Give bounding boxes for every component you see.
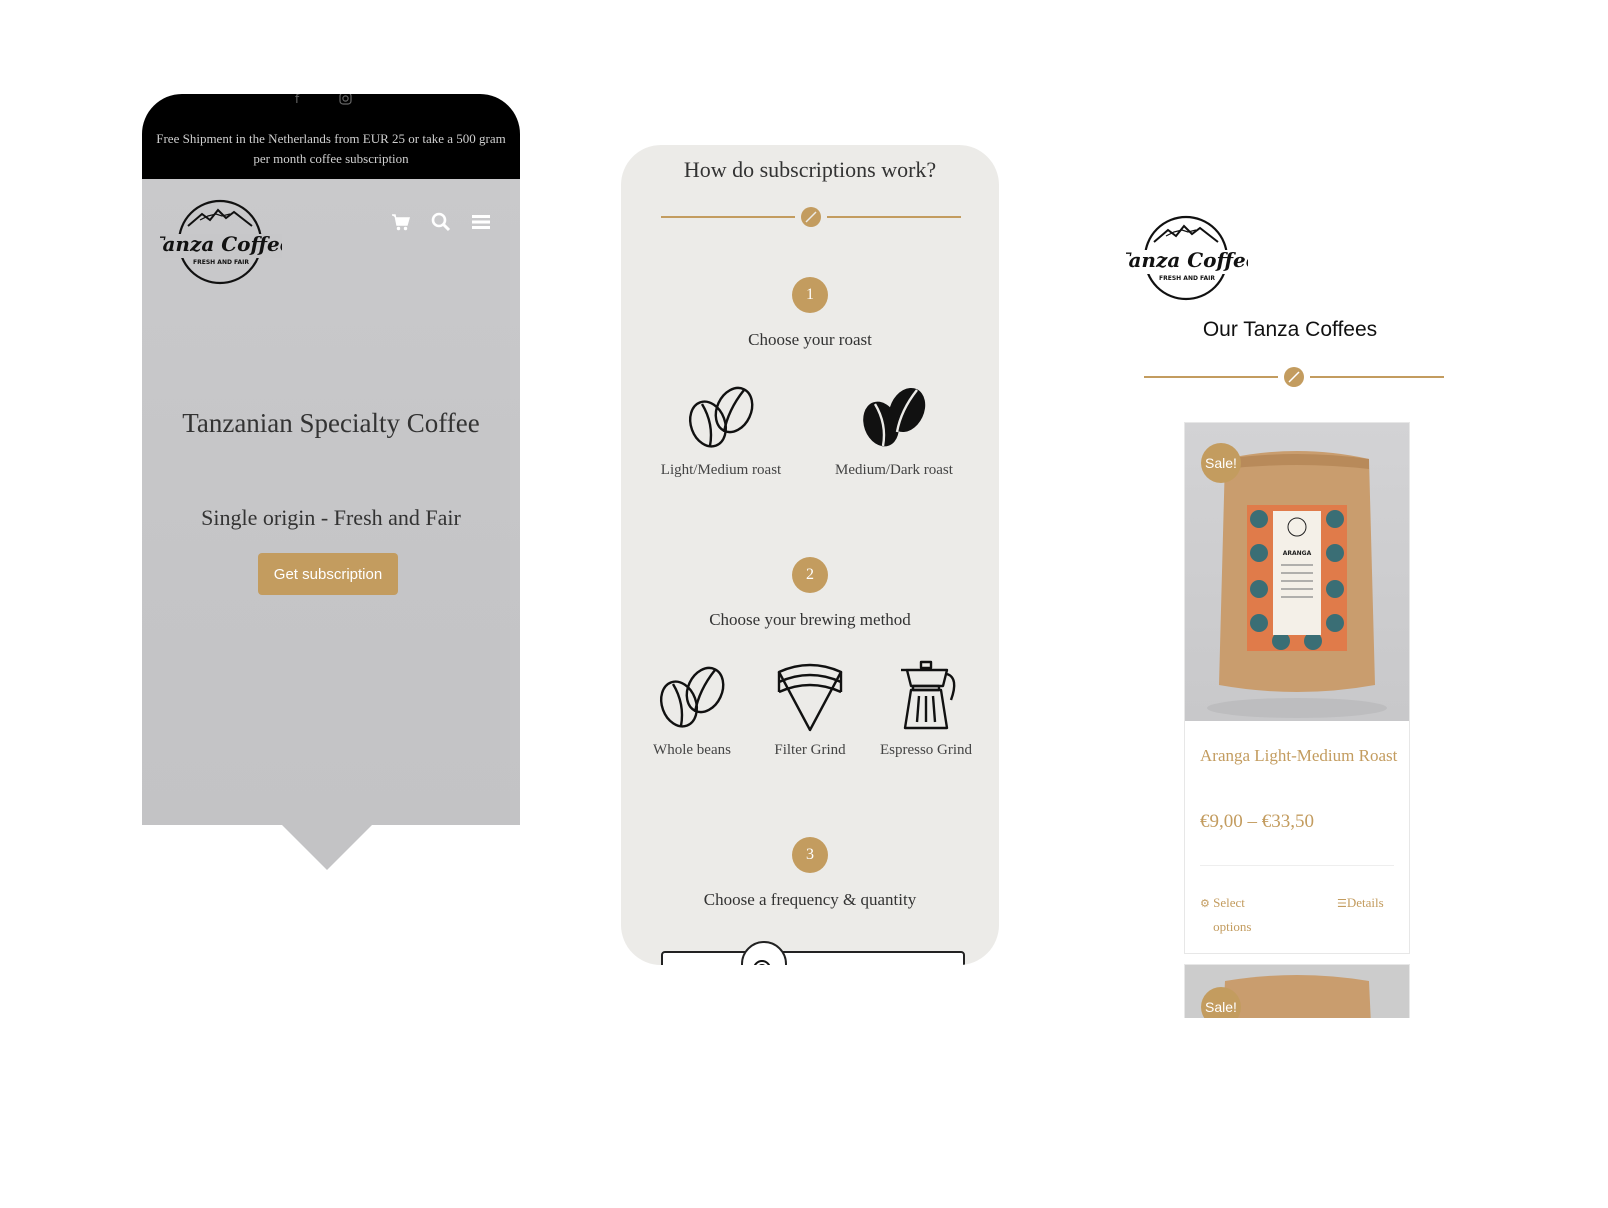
announcement-text: Free Shipment in the Netherlands from EU… [156, 131, 506, 166]
sale-badge: Sale! [1201, 443, 1241, 483]
frequency-quantity-box[interactable] [661, 951, 965, 965]
details-link[interactable]: ☰Details [1337, 891, 1384, 916]
coffee-beans-filled-icon [863, 387, 926, 447]
social-links: f [142, 94, 520, 108]
product-image[interactable]: ARANGA Sale! [1185, 423, 1409, 721]
section-title: Our Tanza Coffees [1202, 318, 1378, 341]
logo-tagline-text: FRESH AND FAIR [193, 259, 249, 266]
frequency-icon [741, 941, 787, 965]
coffee-beans-outline-icon [659, 666, 725, 728]
package-label: ARANGA [1283, 550, 1312, 557]
select-options-label: Select options [1213, 895, 1252, 934]
search-icon[interactable] [430, 211, 452, 233]
option-label: Whole beans [653, 742, 731, 758]
logo-brand-text: Tanza Coffee [1126, 248, 1248, 272]
hero-title: Tanzanian Specialty Coffee [182, 408, 480, 438]
product-card[interactable]: ARANGA Sale! Aranga Light-Medium Roast €… [1184, 422, 1410, 954]
step-number-3: 3 [792, 837, 828, 873]
product-title[interactable]: Aranga Light-Medium Roast [1200, 741, 1400, 771]
list-icon: ☰ [1337, 897, 1347, 910]
facebook-icon[interactable]: f [295, 94, 299, 106]
option-espresso-grind[interactable]: Espresso Grind [871, 660, 981, 759]
option-medium-dark-roast[interactable]: Medium/Dark roast [824, 380, 964, 479]
logo-brand-text: Tanza Coffee [160, 232, 282, 256]
coffee-filter-icon [777, 663, 843, 732]
tanza-coffee-logo[interactable]: Tanza Coffee FRESH AND FAIR [150, 198, 293, 291]
instagram-icon[interactable] [339, 94, 352, 108]
menu-icon[interactable] [470, 211, 492, 233]
coffee-beans-outline-icon [688, 386, 754, 448]
step-number-2: 2 [792, 557, 828, 593]
option-filter-grind[interactable]: Filter Grind [755, 660, 865, 759]
coffee-bean-divider [1144, 367, 1444, 387]
select-options-link[interactable]: ⚙ Select options [1200, 891, 1280, 939]
product-price: €9,00 – €33,50 [1200, 811, 1314, 832]
cart-icon[interactable] [390, 211, 412, 233]
hero-subtitle: Single origin - Fresh and Fair [201, 505, 461, 530]
gear-icon: ⚙ [1200, 897, 1210, 910]
option-whole-beans[interactable]: Whole beans [637, 660, 747, 759]
card-divider [1200, 865, 1394, 866]
tanza-coffee-logo[interactable]: Tanza Coffee FRESH AND FAIR [1120, 214, 1259, 307]
option-label: Light/Medium roast [660, 462, 782, 478]
logo-tagline-text: FRESH AND FAIR [1159, 275, 1215, 282]
option-label: Filter Grind [774, 742, 846, 758]
step-label-1: Choose your roast [748, 330, 872, 349]
subscriptions-screen: How do subscriptions work? 1 Choose your… [621, 145, 999, 965]
step-number-1: 1 [792, 277, 828, 313]
products-screen: Tanza Coffee FRESH AND FAIR Our Tanza Co… [1120, 200, 1460, 1018]
hero-arrow [282, 825, 372, 870]
details-label: Details [1346, 895, 1384, 910]
home-screen: f Free Shipment in the Netherlands from … [142, 94, 520, 874]
option-light-medium-roast[interactable]: Light/Medium roast [651, 380, 791, 479]
get-subscription-button[interactable]: Get subscription [258, 553, 398, 595]
coffee-bean-divider [661, 207, 961, 227]
moka-pot-icon [901, 660, 956, 730]
step-label-2: Choose your brewing method [709, 610, 911, 629]
step-label-3: Choose a frequency & quantity [703, 890, 917, 909]
option-label: Medium/Dark roast [835, 462, 953, 478]
product-card[interactable]: Sale! [1184, 964, 1410, 1018]
top-bar: f Free Shipment in the Netherlands from … [142, 94, 520, 179]
subscriptions-title: How do subscriptions work? [683, 157, 937, 182]
option-label: Espresso Grind [879, 742, 973, 758]
header-icons [390, 211, 492, 233]
